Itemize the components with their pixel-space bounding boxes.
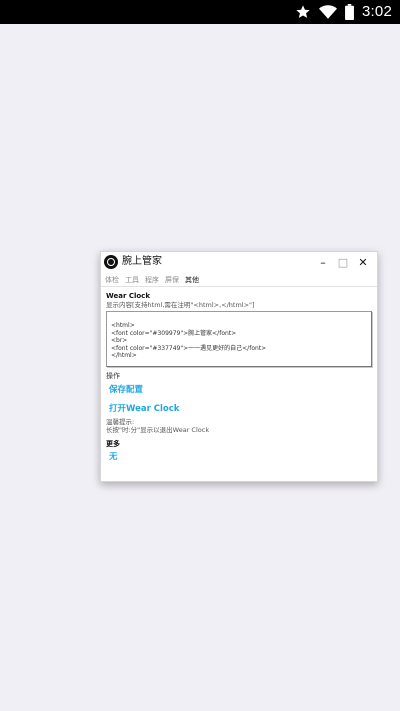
- none-link[interactable]: 无: [109, 452, 374, 463]
- open-wear-clock-button[interactable]: 打开Wear Clock: [109, 404, 374, 415]
- window-controls: – □ ✕: [313, 254, 373, 270]
- window-titlebar[interactable]: 腕上管家 – □ ✕: [101, 252, 377, 272]
- maximize-button[interactable]: □: [333, 254, 353, 270]
- window-title: 腕上管家: [122, 256, 162, 267]
- section-title: Wear Clock: [106, 292, 150, 300]
- html-content-input[interactable]: <html> <font color="#309979">腕上管家</font>…: [106, 311, 372, 367]
- tab-tools[interactable]: 工具: [125, 273, 139, 286]
- tab-checkup[interactable]: 体检: [105, 273, 119, 286]
- app-window: 腕上管家 – □ ✕ 体检 工具 程序 屏保 其他 Wear Clock 显示内…: [100, 251, 378, 482]
- content-panel: Wear Clock 显示内容[支持html,需在注明"<html>,</htm…: [106, 292, 374, 463]
- display-hint: 显示内容[支持html,需在注明"<html>,</html>"]: [106, 301, 255, 309]
- app-logo-icon: [104, 255, 118, 269]
- wifi-icon: [319, 4, 337, 20]
- battery-icon: [345, 4, 354, 20]
- tip-title: 温馨提示:: [106, 418, 135, 426]
- code-line: <br>: [111, 337, 128, 344]
- minimize-button[interactable]: –: [313, 254, 333, 270]
- code-line: <font color="#337749">一一遇见更好的自己</font>: [111, 344, 267, 352]
- close-button[interactable]: ✕: [353, 254, 373, 270]
- status-time: 3:02: [362, 3, 392, 20]
- tab-screensaver[interactable]: 屏保: [165, 273, 179, 286]
- ops-label: 操作: [106, 372, 120, 380]
- save-config-button[interactable]: 保存配置: [109, 385, 374, 396]
- status-bar: 3:02: [0, 0, 400, 24]
- status-icons: 3:02: [295, 3, 392, 21]
- code-line: </html>: [111, 352, 137, 359]
- tab-programs[interactable]: 程序: [145, 273, 159, 286]
- code-line: <html>: [111, 322, 135, 329]
- star-icon: [295, 4, 311, 20]
- tip-text: 长按"时:分"显示以退出Wear Clock: [106, 426, 210, 434]
- code-line: <font color="#309979">腕上管家</font>: [111, 329, 237, 337]
- more-title: 更多: [106, 440, 120, 448]
- tab-other[interactable]: 其他: [185, 273, 199, 286]
- tab-bar: 体检 工具 程序 屏保 其他: [101, 273, 377, 287]
